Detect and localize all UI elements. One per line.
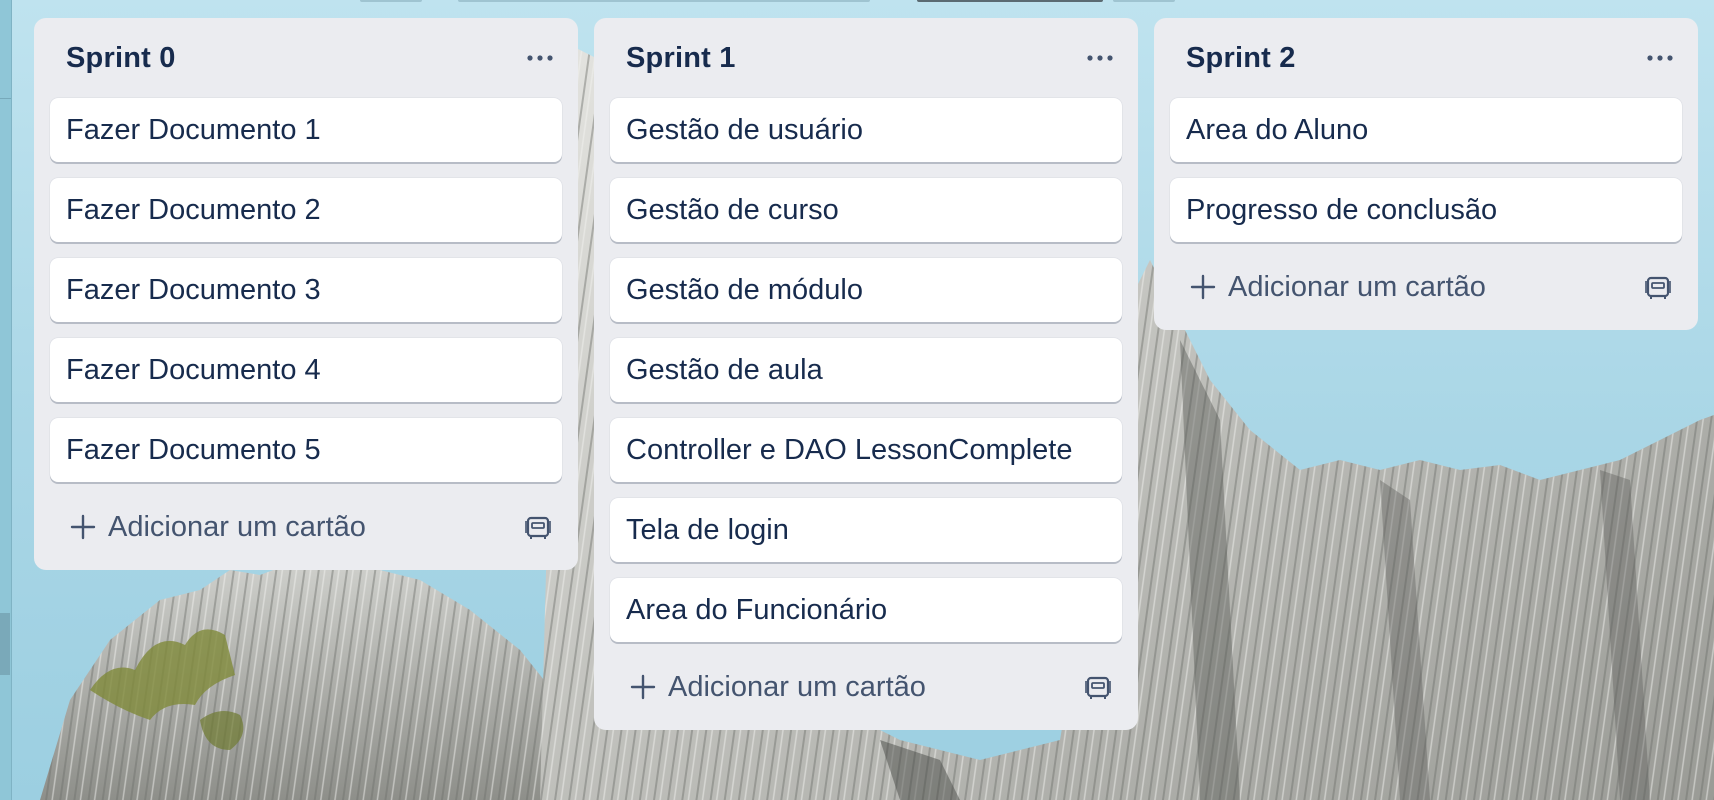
add-card-button[interactable]: Adicionar um cartão [1170,261,1634,313]
card[interactable]: Gestão de módulo [610,258,1122,322]
more-horizontal-icon[interactable] [518,36,562,80]
card[interactable]: Fazer Documento 4 [50,338,562,402]
board: Sprint 0 Fazer Documento 1 Fazer Documen… [34,18,1698,730]
add-card-label: Adicionar um cartão [1228,270,1486,303]
card[interactable]: Fazer Documento 1 [50,98,562,162]
card-title: Gestão de módulo [626,273,863,306]
card[interactable]: Fazer Documento 3 [50,258,562,322]
list-header: Sprint 1 [610,18,1122,98]
card-title: Gestão de usuário [626,113,863,146]
card-list: Area do Aluno Progresso de conclusão [1170,98,1682,242]
card[interactable]: Controller e DAO LessonComplete [610,418,1122,482]
card-list: Gestão de usuário Gestão de curso Gestão… [610,98,1122,642]
card-title: Tela de login [626,513,789,546]
list-footer: Adicionar um cartão [50,496,562,558]
list-title[interactable]: Sprint 1 [610,42,736,75]
card[interactable]: Gestão de curso [610,178,1122,242]
card-list: Fazer Documento 1 Fazer Documento 2 Faze… [50,98,562,482]
card[interactable]: Tela de login [610,498,1122,562]
card[interactable]: Area do Funcionário [610,578,1122,642]
card[interactable]: Fazer Documento 2 [50,178,562,242]
card-title: Fazer Documento 1 [66,113,321,146]
toolbar-hint-1 [360,0,422,2]
card-title: Controller e DAO LessonComplete [626,433,1073,466]
list-sprint-2: Sprint 2 Area do Aluno Progresso de conc… [1154,18,1698,330]
add-card-label: Adicionar um cartão [668,670,926,703]
card[interactable]: Gestão de aula [610,338,1122,402]
card-title: Area do Aluno [1186,113,1369,146]
plus-icon [70,514,96,540]
list-sprint-1: Sprint 1 Gestão de usuário Gestão de cur… [594,18,1138,730]
add-card-button[interactable]: Adicionar um cartão [610,661,1074,713]
list-header: Sprint 0 [50,18,562,98]
card-title: Gestão de curso [626,193,839,226]
card-title: Area do Funcionário [626,593,888,626]
list-header: Sprint 2 [1170,18,1682,98]
plus-icon [630,674,656,700]
list-title[interactable]: Sprint 0 [50,42,176,75]
card-title: Fazer Documento 4 [66,353,321,386]
card-title: Fazer Documento 3 [66,273,321,306]
card-template-icon[interactable] [1634,263,1682,311]
card-template-icon[interactable] [1074,663,1122,711]
card-template-icon[interactable] [514,503,562,551]
toolbar-hint-3 [917,0,1103,2]
toolbar-hint-2 [458,0,870,2]
card-title: Fazer Documento 2 [66,193,321,226]
list-footer: Adicionar um cartão [610,656,1122,718]
add-card-label: Adicionar um cartão [108,510,366,543]
card[interactable]: Area do Aluno [1170,98,1682,162]
toolbar-hint-4 [1113,0,1175,2]
add-card-button[interactable]: Adicionar um cartão [50,501,514,553]
sidebar-divider [0,98,11,99]
card-title: Progresso de conclusão [1186,193,1498,226]
card[interactable]: Progresso de conclusão [1170,178,1682,242]
more-horizontal-icon[interactable] [1638,36,1682,80]
more-horizontal-icon[interactable] [1078,36,1122,80]
card[interactable]: Fazer Documento 5 [50,418,562,482]
list-sprint-0: Sprint 0 Fazer Documento 1 Fazer Documen… [34,18,578,570]
card-title: Gestão de aula [626,353,823,386]
plus-icon [1190,274,1216,300]
sidebar-scrollbar[interactable] [0,613,10,675]
card-title: Fazer Documento 5 [66,433,321,466]
list-title[interactable]: Sprint 2 [1170,42,1296,75]
sidebar-edge [0,0,12,800]
card[interactable]: Gestão de usuário [610,98,1122,162]
list-footer: Adicionar um cartão [1170,256,1682,318]
